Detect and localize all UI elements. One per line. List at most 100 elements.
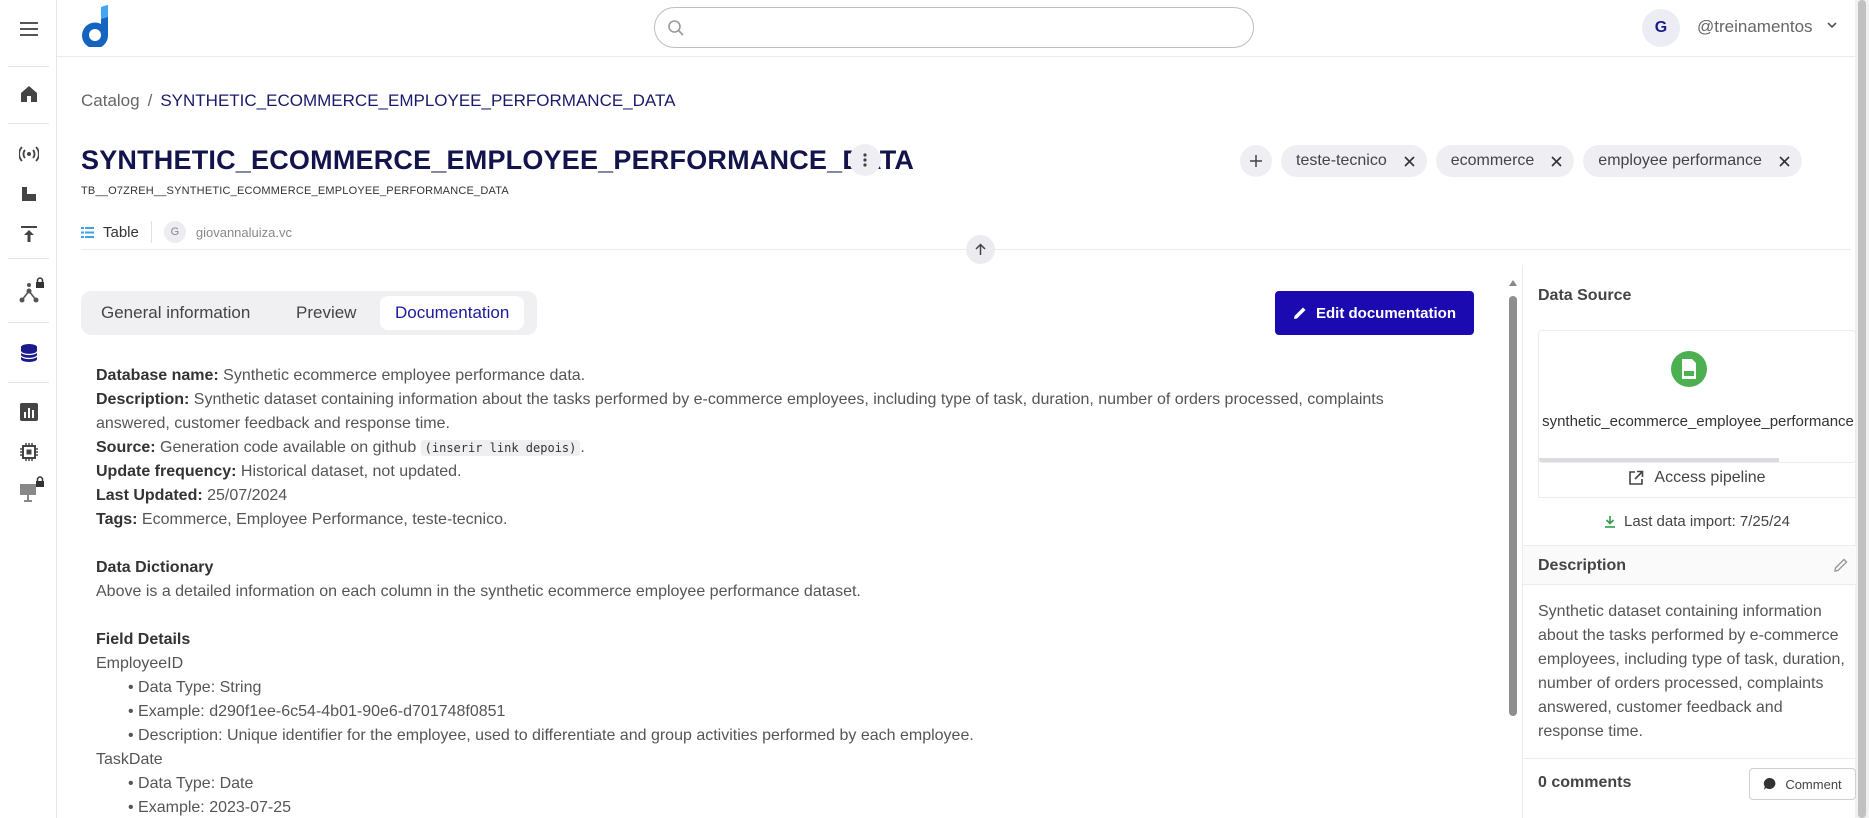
rail-divider [8, 382, 49, 383]
plus-icon [1250, 155, 1262, 167]
rail-divider [8, 66, 49, 67]
plug-icon[interactable] [17, 182, 41, 206]
radio-tower-icon[interactable] [17, 142, 41, 166]
user-avatar[interactable]: G [1642, 9, 1680, 47]
breadcrumb-separator: / [147, 91, 153, 110]
tab-preview[interactable]: Preview [281, 296, 371, 330]
scroll-up-arrow-icon[interactable] [1509, 280, 1517, 286]
doc-label: Tags: [96, 511, 138, 528]
field-name: TaskDate [96, 751, 163, 768]
kebab-icon [863, 153, 867, 167]
lock-icon [35, 474, 45, 492]
last-import-text: Last data import: 7/25/24 [1624, 513, 1790, 530]
arrow-up-icon [975, 243, 986, 255]
board-locked-icon[interactable] [17, 476, 44, 504]
file-name-text: synthetic_ecommerce_employee_performance [1542, 413, 1854, 430]
doc-label: Update frequency: [96, 463, 237, 480]
upload-icon[interactable] [17, 222, 41, 246]
content-scrollbar[interactable] [1507, 280, 1518, 818]
rail-divider [8, 322, 49, 323]
tag-chip: employee performance [1583, 145, 1802, 177]
close-icon[interactable] [1779, 155, 1790, 167]
doc-label: Database name: [96, 367, 219, 384]
breadcrumb: Catalog / SYNTHETIC_ECOMMERCE_EMPLOYEE_PER… [81, 91, 675, 111]
doc-heading: Field Details [96, 631, 191, 648]
inline-code: (inserir link depois) [420, 440, 581, 456]
home-icon[interactable] [17, 82, 41, 106]
lock-icon [35, 275, 45, 293]
doc-value: Historical dataset, not updated. [236, 463, 462, 480]
window-scrollbar[interactable] [1855, 0, 1869, 818]
chart-icon[interactable] [17, 400, 41, 424]
add-tag-button[interactable] [1240, 145, 1272, 177]
doc-paragraph: Above is a detailed information on each … [96, 583, 861, 600]
csv-file-icon [1671, 351, 1707, 387]
field-name: EmployeeID [96, 655, 184, 672]
doc-value: Synthetic dataset containing information… [96, 391, 1384, 432]
owner-name[interactable]: giovannaluiza.vc [196, 225, 292, 240]
description-text: Synthetic dataset containing information… [1538, 603, 1845, 740]
field-bullet: • Data Type: String [128, 679, 262, 696]
top-bar: G @treinamentos [57, 0, 1855, 57]
doc-line: Tags: Ecommerce, Employee Performance, t… [96, 508, 1496, 532]
pencil-icon [1294, 307, 1306, 319]
close-icon[interactable] [1404, 155, 1415, 167]
access-pipeline-label: Access pipeline [1654, 468, 1766, 486]
doc-label: Last Updated: [96, 487, 203, 504]
last-import-info: Last data import: 7/25/24 [1538, 513, 1856, 530]
doc-value: Ecommerce, Employee Performance, teste-t… [137, 511, 508, 528]
collapse-header-button[interactable] [966, 235, 995, 264]
doc-line: Database name: Synthetic ecommerce emplo… [96, 364, 1496, 388]
more-options-button[interactable] [849, 144, 881, 176]
data-source-file-name: synthetic_ecommerce_employee_performance [1539, 413, 1855, 430]
left-rail [0, 0, 57, 818]
search-icon [668, 20, 684, 36]
table-icon [81, 226, 94, 238]
comments-row: 0 comments Comment [1523, 758, 1856, 806]
tab-bar: General information Preview Documentatio… [81, 291, 537, 335]
tab-documentation[interactable]: Documentation [380, 296, 525, 330]
edit-documentation-button[interactable]: Edit documentation [1275, 291, 1474, 335]
breadcrumb-catalog-link[interactable]: Catalog [81, 91, 140, 110]
description-header: Description [1523, 545, 1856, 585]
comment-button[interactable]: Comment [1749, 768, 1856, 800]
search-input[interactable] [654, 7, 1254, 48]
doc-heading: Data Dictionary [96, 559, 214, 576]
menu-icon[interactable] [17, 17, 41, 41]
database-icon[interactable] [17, 341, 41, 365]
tab-general-information[interactable]: General information [86, 296, 265, 330]
doc-line: Update frequency: Historical dataset, no… [96, 460, 1496, 484]
edit-description-icon[interactable] [1834, 558, 1848, 572]
scroll-thumb[interactable] [1509, 296, 1517, 716]
data-source-card: synthetic_ecommerce_employee_performance [1538, 330, 1856, 463]
chip-icon[interactable] [17, 440, 41, 464]
dataset-type: Table [103, 223, 139, 241]
graph-locked-icon[interactable] [17, 277, 44, 305]
doc-line: Last Updated: 25/07/2024 [96, 484, 1496, 508]
description-title: Description [1538, 557, 1627, 574]
doc-label: Source: [96, 439, 156, 456]
tag-chip: teste-tecnico [1281, 145, 1427, 177]
documentation-content: Database name: Synthetic ecommerce emplo… [96, 364, 1496, 818]
doc-value: 25/07/2024 [202, 487, 288, 504]
close-icon[interactable] [1551, 155, 1562, 167]
rail-divider [8, 123, 49, 124]
doc-line: Source: Generation code available on git… [96, 436, 1496, 460]
app-logo[interactable] [79, 5, 113, 52]
breadcrumb-current: SYNTHETIC_ECOMMERCE_EMPLOYEE_PERFORMANCE… [160, 91, 676, 110]
rail-divider [8, 258, 49, 259]
access-pipeline-button[interactable]: Access pipeline [1538, 458, 1856, 498]
tag-label: ecommerce [1450, 152, 1535, 169]
username[interactable]: @treinamentos [1697, 17, 1813, 37]
doc-line: Description: Synthetic dataset containin… [96, 388, 1456, 436]
field-bullet: • Example: d290f1ee-6c54-4b01-90e6-d7017… [128, 703, 506, 720]
edit-documentation-label: Edit documentation [1316, 304, 1456, 322]
doc-value: . [580, 439, 585, 456]
field-bullet: • Description: Unique identifier for the… [128, 727, 974, 744]
download-icon [1605, 516, 1616, 528]
doc-value: Synthetic ecommerce employee performance… [218, 367, 586, 384]
field-bullet: • Example: 2023-07-25 [128, 799, 292, 816]
external-link-icon [1629, 470, 1644, 485]
dataset-meta-row: Table G giovannaluiza.vc [81, 221, 292, 243]
chevron-down-icon[interactable] [1827, 22, 1837, 29]
